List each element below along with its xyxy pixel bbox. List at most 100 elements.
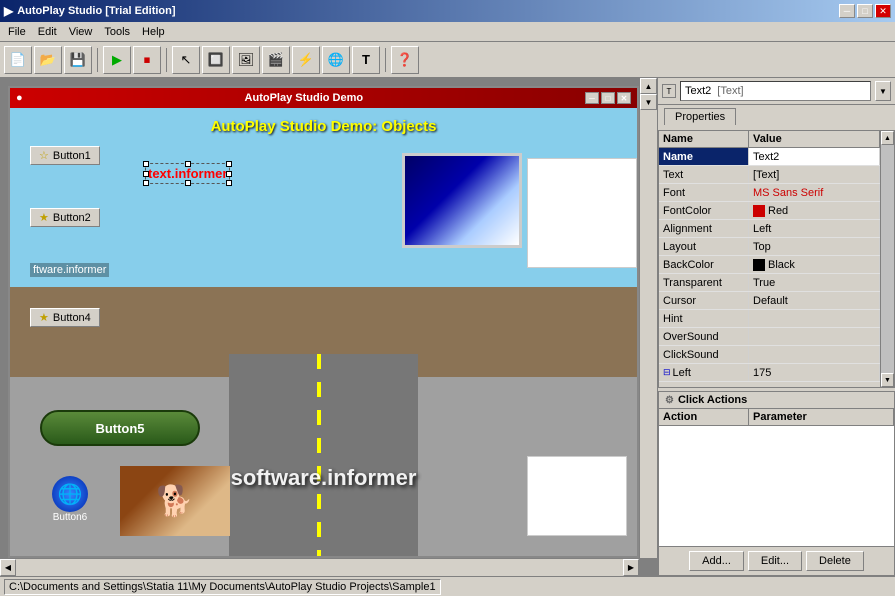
props-row-text[interactable]: Text [Text] [659, 166, 880, 184]
button-tool[interactable]: 🔲 [202, 46, 230, 74]
button1[interactable]: ☆ Button1 [30, 146, 100, 165]
title-bar-left: ▶ AutoPlay Studio [Trial Edition] [4, 4, 176, 18]
props-row-oversound[interactable]: OverSound [659, 328, 880, 346]
title-bar-text: AutoPlay Studio [Trial Edition] [17, 5, 175, 17]
props-row-font[interactable]: Font MS Sans Serif [659, 184, 880, 202]
object-select-box[interactable]: Text2 [Text] [680, 81, 871, 101]
props-name-left: ⊟ Left [659, 364, 749, 381]
title-bar: ▶ AutoPlay Studio [Trial Edition] ─ □ ✕ [0, 0, 895, 22]
props-row-transparent[interactable]: Transparent True [659, 274, 880, 292]
menu-tools[interactable]: Tools [98, 24, 136, 40]
props-row-name[interactable]: Name [659, 148, 880, 166]
menu-edit[interactable]: Edit [32, 24, 63, 40]
props-name-hint: Hint [659, 310, 749, 327]
add-action-button[interactable]: Add... [689, 551, 744, 571]
props-tab-bar: Properties [658, 105, 895, 130]
props-row-alignment[interactable]: Alignment Left [659, 220, 880, 238]
props-val-clicksound [749, 346, 880, 363]
canvas-area[interactable]: ● AutoPlay Studio Demo ─ □ ✕ AutoPlay St… [0, 78, 657, 576]
fontcolor-dot [753, 205, 765, 217]
save-button[interactable]: 💾 [64, 46, 92, 74]
props-row-fontcolor[interactable]: FontColor Red [659, 202, 880, 220]
handle-bl[interactable] [143, 180, 149, 186]
inner-min-button[interactable]: ─ [585, 92, 599, 104]
props-row-layout[interactable]: Layout Top [659, 238, 880, 256]
backcolor-text: Black [768, 259, 795, 271]
handle-mr[interactable] [226, 171, 232, 177]
props-val-name[interactable] [749, 148, 880, 165]
flash-tool[interactable]: ⚡ [292, 46, 320, 74]
props-main: Name Value Name Text [Text] Fon [659, 131, 880, 387]
props-name-alignment: Alignment [659, 220, 749, 237]
button2[interactable]: ★ Button2 [30, 208, 100, 227]
click-actions-section: ⚙ Click Actions Action Parameter Add... … [658, 391, 895, 576]
inner-max-button[interactable]: □ [601, 92, 615, 104]
inner-title-bar: ● AutoPlay Studio Demo ─ □ ✕ [10, 88, 637, 108]
canvas-scrollbar-v[interactable]: ▲ ▼ [639, 78, 657, 558]
props-val-alignment: Left [749, 220, 880, 237]
object-dropdown-arrow[interactable]: ▼ [875, 81, 891, 101]
button4[interactable]: ★ Button4 [30, 308, 100, 327]
object-type-icon: T [662, 84, 676, 98]
props-scroll-up[interactable]: ▲ [881, 131, 894, 145]
handle-bm[interactable] [185, 180, 191, 186]
props-name-font: Font [659, 184, 749, 201]
canvas-scrollbar-h[interactable]: ◀ ▶ [0, 558, 639, 576]
props-val-transparent: True [749, 274, 880, 291]
scroll-left-button[interactable]: ◀ [0, 559, 16, 576]
props-col-value: Value [749, 131, 880, 147]
props-name-transparent: Transparent [659, 274, 749, 291]
button5[interactable]: Button5 [40, 410, 200, 446]
left-collapse-icon[interactable]: ⊟ [663, 367, 671, 378]
minimize-button[interactable]: ─ [839, 4, 855, 18]
handle-tm[interactable] [185, 161, 191, 167]
inner-close-button[interactable]: ✕ [617, 92, 631, 104]
arrow-tool[interactable]: ↖ [172, 46, 200, 74]
props-row-clicksound[interactable]: ClickSound [659, 346, 880, 364]
props-name-layout: Layout [659, 238, 749, 255]
close-button[interactable]: ✕ [875, 4, 891, 18]
name-input[interactable] [753, 151, 875, 163]
handle-tl[interactable] [143, 161, 149, 167]
video-tool[interactable]: 🎬 [262, 46, 290, 74]
scroll-down-button[interactable]: ▼ [640, 94, 657, 110]
help-button[interactable]: ❓ [391, 46, 419, 74]
props-table-container: Name Value Name Text [Text] Fon [658, 130, 895, 388]
object-selector: T Text2 [Text] ▼ [658, 78, 895, 105]
demo-title: AutoPlay Studio Demo: Objects [10, 110, 637, 143]
props-row-left[interactable]: ⊟ Left 175 [659, 364, 880, 382]
props-name-cursor: Cursor [659, 292, 749, 309]
run-button[interactable]: ▶ [103, 46, 131, 74]
props-col-name: Name [659, 131, 749, 147]
new-button[interactable]: 📄 [4, 46, 32, 74]
handle-tr[interactable] [226, 161, 232, 167]
handle-br[interactable] [226, 180, 232, 186]
scroll-up-button[interactable]: ▲ [640, 78, 657, 94]
menu-view[interactable]: View [63, 24, 99, 40]
props-row-cursor[interactable]: Cursor Default [659, 292, 880, 310]
edit-action-button[interactable]: Edit... [748, 551, 802, 571]
menu-file[interactable]: File [2, 24, 32, 40]
props-row-hint[interactable]: Hint [659, 310, 880, 328]
delete-action-button[interactable]: Delete [806, 551, 864, 571]
text-object[interactable]: text.informer [145, 163, 230, 184]
tab-properties[interactable]: Properties [664, 108, 736, 125]
props-scroll-track[interactable] [881, 145, 894, 373]
props-row-backcolor[interactable]: BackColor Black [659, 256, 880, 274]
image-tool[interactable]: 🖼 [232, 46, 260, 74]
menu-help[interactable]: Help [136, 24, 171, 40]
maximize-button[interactable]: □ [857, 4, 873, 18]
props-scrollbar[interactable]: ▲ ▼ [880, 131, 894, 387]
props-val-hint [749, 310, 880, 327]
button6-icon: 🌐 [52, 476, 88, 512]
scroll-right-button[interactable]: ▶ [623, 559, 639, 576]
toolbar-sep-1 [97, 48, 98, 72]
web-tool[interactable]: 🌐 [322, 46, 350, 74]
props-scroll-down[interactable]: ▼ [881, 373, 894, 387]
props-name-oversound: OverSound [659, 328, 749, 345]
handle-ml[interactable] [143, 171, 149, 177]
status-path: C:\Documents and Settings\Statia 11\My D… [4, 579, 441, 595]
text-tool[interactable]: T [352, 46, 380, 74]
stop-button[interactable]: ⏹ [133, 46, 161, 74]
open-button[interactable]: 📂 [34, 46, 62, 74]
